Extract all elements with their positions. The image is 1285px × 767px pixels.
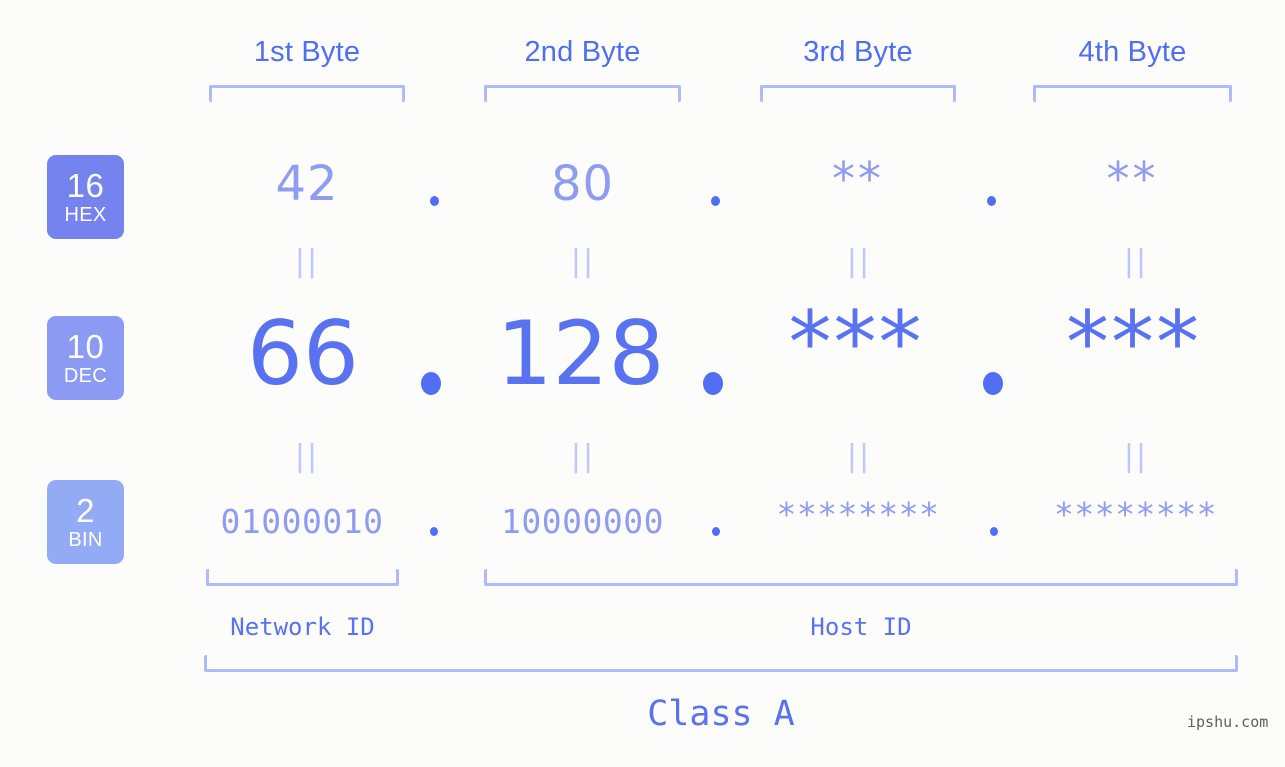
byte-bracket-1 bbox=[209, 85, 405, 102]
bin-value-byte-1: 01000010 bbox=[220, 502, 384, 541]
equality-mark-dec-bin-2: || bbox=[570, 439, 596, 474]
equality-mark-hex-dec-3: || bbox=[846, 244, 872, 279]
dec-value-byte-2: 128 bbox=[496, 302, 665, 405]
dec-value-byte-4: *** bbox=[1066, 293, 1201, 393]
bin-value-byte-3: ******** bbox=[776, 495, 940, 534]
hex-separator-dot-1 bbox=[430, 196, 439, 206]
dec-value-byte-1: 66 bbox=[247, 302, 359, 405]
class-bracket bbox=[204, 655, 1238, 672]
network-id-bracket bbox=[206, 569, 399, 586]
host-id-label: Host ID bbox=[810, 613, 912, 641]
watermark-ipshu: ipshu.com bbox=[1187, 713, 1269, 731]
network-id-label: Network ID bbox=[230, 613, 375, 641]
hex-value-byte-1: 42 bbox=[275, 156, 339, 212]
base-badge-bin: 2 BIN bbox=[47, 480, 124, 564]
hex-value-byte-4: ** bbox=[1106, 152, 1159, 206]
base-badge-dec: 10 DEC bbox=[47, 316, 124, 400]
hex-value-byte-3: ** bbox=[832, 152, 884, 206]
hex-separator-dot-2 bbox=[711, 196, 720, 206]
equality-mark-hex-dec-1: || bbox=[294, 244, 320, 279]
bin-separator-dot-2 bbox=[712, 527, 720, 536]
equality-mark-dec-bin-1: || bbox=[294, 439, 320, 474]
byte-header-label-3: 3rd Byte bbox=[803, 36, 913, 68]
byte-bracket-2 bbox=[484, 85, 681, 102]
equality-mark-dec-bin-3: || bbox=[846, 439, 872, 474]
class-label: Class A bbox=[647, 694, 795, 734]
base-badge-bin-number: 2 bbox=[76, 492, 95, 529]
byte-header-label-4: 4th Byte bbox=[1078, 36, 1187, 68]
bin-separator-dot-3 bbox=[990, 527, 998, 536]
byte-bracket-3 bbox=[760, 85, 956, 102]
base-badge-dec-number: 10 bbox=[66, 328, 105, 365]
equality-mark-dec-bin-4: || bbox=[1123, 439, 1149, 474]
dec-separator-dot-2 bbox=[703, 372, 723, 395]
host-id-bracket bbox=[484, 569, 1238, 586]
hex-value-byte-2: 80 bbox=[550, 156, 615, 212]
equality-mark-hex-dec-4: || bbox=[1123, 244, 1149, 279]
base-badge-hex-number: 16 bbox=[66, 167, 105, 204]
dec-value-byte-3: *** bbox=[788, 293, 924, 393]
dec-separator-dot-3 bbox=[983, 372, 1003, 395]
base-badge-hex: 16 HEX bbox=[47, 155, 124, 239]
equality-mark-hex-dec-2: || bbox=[570, 244, 596, 279]
bin-value-byte-2: 10000000 bbox=[501, 502, 664, 541]
base-badge-hex-name: HEX bbox=[64, 204, 107, 226]
byte-header-label-1: 1st Byte bbox=[253, 36, 361, 68]
hex-separator-dot-3 bbox=[987, 196, 996, 206]
dec-separator-dot-1 bbox=[421, 372, 441, 395]
base-badge-dec-name: DEC bbox=[63, 365, 108, 387]
bin-separator-dot-1 bbox=[430, 527, 438, 536]
byte-header-label-2: 2nd Byte bbox=[524, 36, 641, 68]
ip-byte-breakdown-diagram: 1st Byte 2nd Byte 3rd Byte 4th Byte 16 H… bbox=[0, 0, 1285, 767]
base-badge-bin-name: BIN bbox=[68, 529, 103, 551]
byte-bracket-4 bbox=[1033, 85, 1232, 102]
bin-value-byte-4: ******** bbox=[1054, 495, 1217, 534]
